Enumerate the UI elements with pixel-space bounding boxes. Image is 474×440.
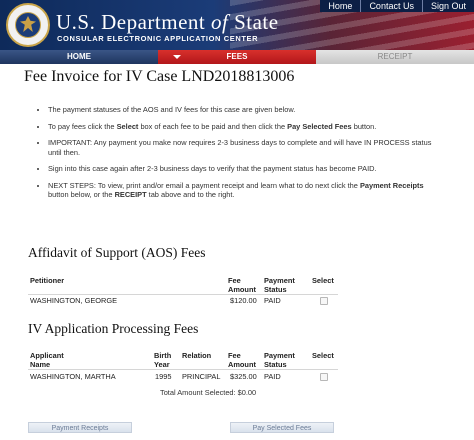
iv-section-title: IV Application Processing Fees [28, 321, 199, 336]
col-fee-amount: Fee Amount [228, 351, 256, 369]
col-fee-amount: Fee Amount [228, 276, 256, 294]
instruction-item: IMPORTANT: Any payment you make now requ… [48, 138, 446, 157]
pay-selected-fees-button[interactable]: Pay Selected Fees [230, 422, 334, 433]
site-title: U.S. Department of State [56, 10, 279, 34]
col-payment-status: Payment Status [264, 276, 295, 294]
select-aos-fee-checkbox[interactable] [320, 297, 328, 305]
header-banner: U.S. Department of State CONSULAR ELECTR… [0, 0, 474, 50]
aos-section-title: Affidavit of Support (AOS) Fees [28, 245, 206, 260]
col-select: Select [312, 276, 334, 285]
page-title: Fee Invoice for IV Case LND2018813006 [24, 68, 295, 85]
instructions-list: The payment statuses of the AOS and IV f… [36, 105, 446, 200]
fee-amount: $325.00 [230, 372, 257, 381]
select-iv-fee-checkbox[interactable] [320, 373, 328, 381]
col-applicant-name: Applicant Name [30, 351, 64, 369]
col-select: Select [312, 351, 334, 360]
active-tab-arrow-icon [173, 55, 181, 59]
relation: PRINCIPAL [182, 372, 221, 381]
col-petitioner: Petitioner [30, 276, 65, 285]
instruction-item: To pay fees click the Select box of each… [48, 122, 446, 132]
instruction-item: Sign into this case again after 2-3 busi… [48, 164, 446, 174]
instruction-item: NEXT STEPS: To view, print and/or email … [48, 181, 446, 200]
state-seal-icon [6, 3, 50, 47]
payment-status: PAID [264, 296, 281, 305]
header-divider [28, 294, 338, 295]
petitioner-name: WASHINGTON, GEORGE [30, 296, 118, 305]
header-divider [28, 369, 338, 370]
tab-fees[interactable]: FEES [158, 50, 316, 64]
tab-home[interactable]: HOME [0, 50, 158, 64]
col-payment-status: Payment Status [264, 351, 295, 369]
instruction-item: The payment statuses of the AOS and IV f… [48, 105, 446, 115]
fee-amount: $120.00 [230, 296, 257, 305]
utility-links: Home Contact Us Sign Out [320, 0, 474, 12]
contact-us-link[interactable]: Contact Us [360, 0, 422, 12]
tab-receipt[interactable]: RECEIPT [316, 50, 474, 64]
site-subtitle: CONSULAR ELECTRONIC APPLICATION CENTER [57, 34, 259, 43]
payment-status: PAID [264, 372, 281, 381]
total-amount-selected: Total Amount Selected: $0.00 [160, 388, 257, 397]
home-link[interactable]: Home [320, 0, 360, 12]
main-nav: HOME FEES RECEIPT [0, 50, 474, 64]
sign-out-link[interactable]: Sign Out [421, 0, 474, 12]
applicant-name: WASHINGTON, MARTHA [30, 372, 116, 381]
payment-receipts-button[interactable]: Payment Receipts [28, 422, 132, 433]
col-relation: Relation [182, 351, 212, 360]
col-birth-year: Birth Year [154, 351, 172, 369]
birth-year: 1995 [155, 372, 172, 381]
